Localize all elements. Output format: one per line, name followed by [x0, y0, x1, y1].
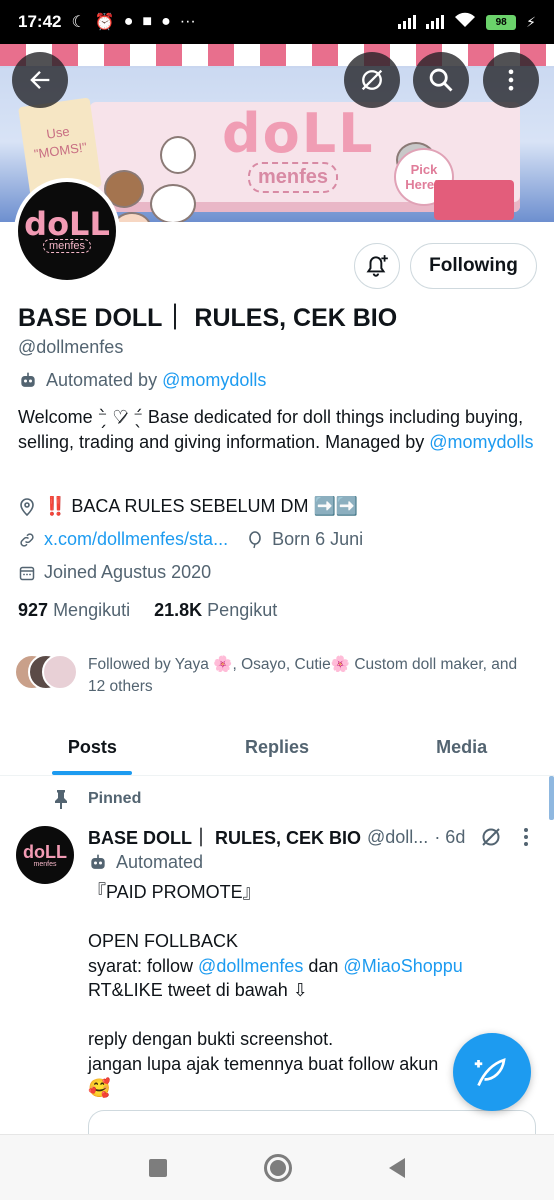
follower-avatars	[14, 654, 80, 692]
following-count-link[interactable]: 927 Mengikuti	[18, 600, 130, 621]
cat-doodle	[150, 184, 196, 222]
banner-shelf	[434, 180, 514, 220]
compose-button[interactable]	[453, 1033, 531, 1111]
balloon-icon	[246, 530, 264, 549]
more-dots-icon: ···	[179, 13, 196, 30]
wifi-icon	[454, 12, 476, 33]
banner-awning	[0, 44, 554, 68]
chat-icon: ●	[123, 13, 134, 30]
display-name: BASE DOLL｜ RULES, CEK BIO	[18, 304, 398, 332]
automated-label: Automated by @momydolls	[18, 370, 266, 391]
tab-media[interactable]: Media	[369, 720, 554, 775]
tab-posts[interactable]: Posts	[0, 720, 185, 775]
profile-avatar[interactable]: doLL menfes	[14, 178, 120, 284]
grok-button[interactable]	[344, 52, 400, 108]
bio-mention-link[interactable]: @momydolls	[429, 432, 533, 452]
followed-by-row[interactable]: Followed by Yaya 🌸, Osayo, Cutie🌸 Custom…	[14, 654, 538, 698]
compose-feather-icon	[474, 1058, 506, 1087]
pin-icon	[55, 790, 67, 809]
tweet-automated-label: Automated	[88, 852, 203, 873]
back-button[interactable]	[12, 52, 68, 108]
more-options-button[interactable]	[483, 52, 539, 108]
line-icon: ●	[161, 13, 171, 30]
automated-by-link[interactable]: @momydolls	[162, 370, 266, 390]
moon-icon: ☾	[71, 14, 86, 31]
followed-by-text: Followed by Yaya 🌸, Osayo, Cutie🌸 Custom…	[88, 656, 518, 695]
profile-bio: Welcome ⁻̗̀ ♡̷ ⁻̖́ Base dedicated for do…	[18, 407, 534, 452]
home-button[interactable]	[263, 1153, 292, 1182]
link-icon	[18, 531, 36, 549]
avatar	[42, 654, 78, 690]
grok-icon	[361, 69, 383, 91]
search-button[interactable]	[413, 52, 469, 108]
following-button[interactable]: Following	[410, 243, 537, 289]
more-vertical-icon	[508, 69, 514, 91]
website-link[interactable]: x.com/dollmenfes/sta...	[44, 529, 228, 550]
notification-icons: ☾ ⏰ ● ■ ● ···	[71, 12, 195, 32]
birthday: Born 6 Juni	[272, 529, 364, 549]
square-icon: ■	[142, 13, 153, 30]
profile-joined: Joined Agustus 2020	[18, 562, 211, 583]
calendar-icon	[18, 564, 36, 582]
signal-icon	[398, 15, 417, 29]
status-bar: 17:42 ☾ ⏰ ● ■ ● ··· 98 ⚡	[0, 0, 554, 44]
scrollbar[interactable]	[549, 776, 554, 820]
arrow-left-icon	[30, 71, 50, 89]
pinned-label: Pinned	[52, 789, 141, 809]
bunny-doodle	[160, 136, 196, 174]
bot-icon	[91, 854, 105, 869]
mention-link[interactable]: @MiaoShoppu	[343, 956, 462, 976]
tweet-author-handle[interactable]: @doll...	[367, 827, 428, 848]
alarm-icon: ⏰	[94, 14, 115, 31]
tweet-avatar[interactable]: doLL menfes	[16, 826, 74, 884]
system-nav-bar	[0, 1134, 554, 1200]
followers-count-link[interactable]: 21.8K Pengikut	[154, 600, 277, 621]
tweet-header: BASE DOLL｜ RULES, CEK BIO @doll... · 6d	[88, 824, 548, 850]
grok-icon[interactable]	[479, 825, 503, 849]
tweet-more-icon[interactable]	[523, 827, 529, 847]
profile-location: ‼️ BACA RULES SEBELUM DM ➡️➡️	[18, 496, 358, 517]
recents-button[interactable]	[148, 1158, 167, 1177]
tab-replies[interactable]: Replies	[185, 720, 370, 775]
battery-icon: 98	[486, 14, 517, 30]
notifications-button[interactable]	[354, 243, 400, 289]
banner-logo: doLL menfes	[222, 106, 373, 193]
charging-icon: ⚡	[526, 13, 536, 30]
follow-stats: 927 Mengikuti 21.8K Pengikut	[18, 600, 277, 621]
tweet-time[interactable]: · 6d	[434, 827, 465, 848]
bell-plus-icon	[366, 255, 388, 277]
search-icon	[429, 68, 453, 92]
bot-icon	[21, 372, 35, 387]
location-pin-icon	[18, 497, 36, 516]
clock: 17:42	[18, 12, 62, 31]
back-nav-button[interactable]	[389, 1157, 406, 1178]
signal-icon	[426, 15, 445, 29]
profile-website-row: x.com/dollmenfes/sta... Born 6 Juni	[18, 529, 363, 550]
tweet-author-name[interactable]: BASE DOLL｜ RULES, CEK BIO	[88, 824, 361, 850]
mention-link[interactable]: @dollmenfes	[198, 956, 303, 976]
user-handle: @dollmenfes	[18, 337, 124, 357]
profile-tabs: Posts Replies Media	[0, 720, 554, 776]
